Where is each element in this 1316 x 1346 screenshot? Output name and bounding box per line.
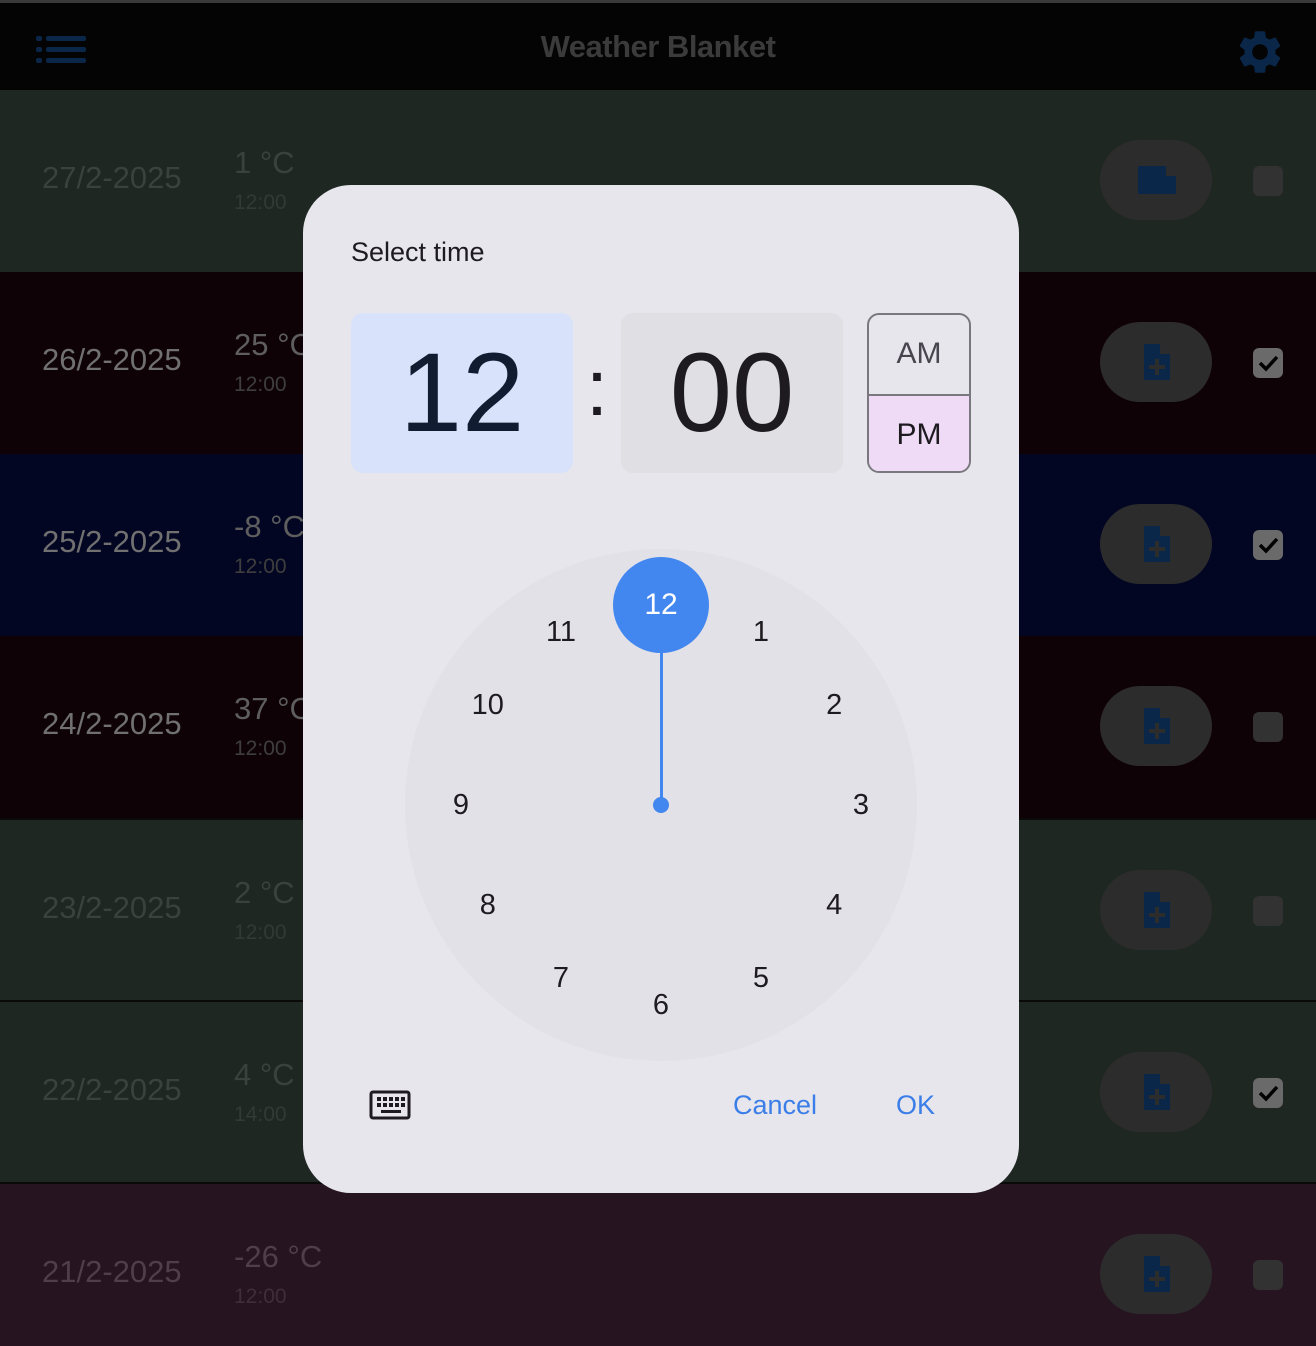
list-item[interactable]: 21/2-2025 -26 °C 12:00 <box>0 1182 1316 1346</box>
clock-dial[interactable]: 12 1 2 3 4 5 6 7 8 9 10 11 <box>405 549 917 1061</box>
period-selector: AM PM <box>867 313 971 473</box>
row-temperature: 37 °C <box>234 691 312 726</box>
file-icon-button[interactable] <box>1100 140 1212 220</box>
row-checkbox[interactable] <box>1253 1260 1283 1290</box>
row-temperature: 2 °C <box>234 875 295 910</box>
file-plus-icon-button[interactable] <box>1100 686 1212 766</box>
row-time: 12:00 <box>234 373 287 396</box>
gear-icon[interactable] <box>1234 26 1286 78</box>
hour-field[interactable]: 12 <box>351 313 573 473</box>
row-date: 22/2-2025 <box>42 1072 182 1107</box>
time-separator: : <box>585 343 609 432</box>
pm-toggle[interactable]: PM <box>869 394 969 471</box>
row-date: 27/2-2025 <box>42 160 182 195</box>
clock-hour-11[interactable]: 11 <box>531 612 591 652</box>
file-plus-icon-button[interactable] <box>1100 322 1212 402</box>
row-checkbox[interactable] <box>1253 1078 1283 1108</box>
row-checkbox[interactable] <box>1253 896 1283 926</box>
dialog-heading: Select time <box>351 237 485 267</box>
row-temperature: 4 °C <box>234 1057 295 1092</box>
clock-hour-8[interactable]: 8 <box>458 885 518 925</box>
row-temperature: 1 °C <box>234 145 295 180</box>
file-plus-icon-button[interactable] <box>1100 504 1212 584</box>
row-date: 24/2-2025 <box>42 706 182 741</box>
time-picker-dialog: Select time 12 : 00 AM PM 12 1 2 3 4 5 6 7 8 9 10… <box>303 185 1019 1193</box>
row-time: 14:00 <box>234 1103 287 1126</box>
clock-hour-7[interactable]: 7 <box>531 958 591 998</box>
row-temperature: -8 °C <box>234 509 305 544</box>
clock-hour-2[interactable]: 2 <box>804 685 864 725</box>
clock-center-dot <box>653 797 669 813</box>
clock-hour-10[interactable]: 10 <box>458 685 518 725</box>
row-date: 26/2-2025 <box>42 342 182 377</box>
row-time: 12:00 <box>234 737 287 760</box>
clock-hour-5[interactable]: 5 <box>731 958 791 998</box>
app-title: Weather Blanket <box>540 29 776 64</box>
clock-hour-6[interactable]: 6 <box>631 985 691 1025</box>
file-plus-icon-button[interactable] <box>1100 870 1212 950</box>
row-time: 12:00 <box>234 555 287 578</box>
row-checkbox[interactable] <box>1253 166 1283 196</box>
file-plus-icon-button[interactable] <box>1100 1052 1212 1132</box>
file-plus-icon-button[interactable] <box>1100 1234 1212 1314</box>
row-time: 12:00 <box>234 191 287 214</box>
clock-hand <box>660 643 663 805</box>
row-temperature: 25 °C <box>234 327 312 362</box>
app-bar: Weather Blanket <box>0 0 1316 90</box>
row-date: 25/2-2025 <box>42 524 182 559</box>
clock-hour-4[interactable]: 4 <box>804 885 864 925</box>
keyboard-icon[interactable] <box>369 1089 413 1121</box>
minute-field[interactable]: 00 <box>621 313 843 473</box>
row-temperature: -26 °C <box>234 1239 323 1274</box>
clock-hour-9[interactable]: 9 <box>431 785 491 825</box>
clock-hour-3[interactable]: 3 <box>831 785 891 825</box>
row-checkbox[interactable] <box>1253 530 1283 560</box>
am-toggle[interactable]: AM <box>869 315 969 393</box>
row-checkbox[interactable] <box>1253 712 1283 742</box>
row-date: 21/2-2025 <box>42 1254 182 1289</box>
clock-hour-1[interactable]: 1 <box>731 612 791 652</box>
row-time: 12:00 <box>234 921 287 944</box>
ok-button[interactable]: OK <box>896 1085 935 1125</box>
cancel-button[interactable]: Cancel <box>733 1085 817 1125</box>
row-date: 23/2-2025 <box>42 890 182 925</box>
row-checkbox[interactable] <box>1253 348 1283 378</box>
selected-hour-marker[interactable]: 12 <box>613 557 709 653</box>
row-time: 12:00 <box>234 1285 287 1308</box>
